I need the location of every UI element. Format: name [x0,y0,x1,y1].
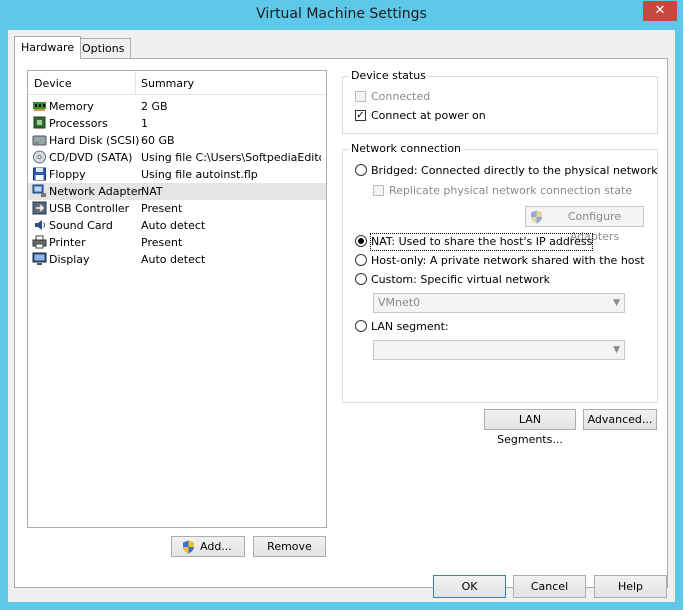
lan-segments-button[interactable]: LAN Segments... [484,409,576,446]
dialog-client-area: Hardware Options Device Summary Memory 2… [8,30,675,602]
column-header-summary[interactable]: Summary [141,77,194,90]
device-summary: Auto detect [141,253,206,266]
usb-icon [32,201,47,215]
device-list-header: Device Summary [28,71,326,95]
display-icon [32,252,47,265]
nat-radio[interactable]: NAT: Used to share the host's IP address [355,233,645,251]
device-name: Printer [49,236,86,249]
tab-hardware[interactable]: Hardware [14,36,82,59]
device-summary: 1 [141,117,148,130]
device-summary: 60 GB [141,134,175,147]
ok-button[interactable]: OK [433,575,506,598]
window: Virtual Machine Settings ✕ Hardware Opti… [0,0,683,610]
host-only-label: Host-only: A private network shared with… [371,254,645,267]
connected-label: Connected [371,90,431,103]
custom-radio[interactable]: Custom: Specific virtual network [355,272,645,288]
add-button[interactable]: Add... [171,536,245,557]
device-name: Network Adapter [49,185,143,198]
device-row-processors[interactable]: Processors 1 [28,115,326,132]
bridged-radio[interactable]: Bridged: Connected directly to the physi… [355,163,658,179]
device-summary: 2 GB [141,100,168,113]
advanced-button[interactable]: Advanced... [583,409,657,430]
bridged-radio-button [355,164,367,176]
device-row-cd-dvd[interactable]: CD/DVD (SATA) Using file C:\Users\Softpe… [28,149,326,166]
device-name: Memory [49,100,94,113]
tab-options[interactable]: Options [75,38,132,59]
device-status-group: Device status Connected ✓ Connect at pow… [342,69,658,134]
connected-checkbox-box [355,91,366,102]
floppy-icon [33,167,46,181]
custom-network-value: VMnet0 [378,296,421,309]
configure-adapters-button[interactable]: Configure Adapters [525,206,644,243]
replicate-state-checkbox[interactable]: Replicate physical network connection st… [373,183,643,199]
lan-segment-radio-button [355,320,367,332]
help-button[interactable]: Help [594,575,667,598]
host-only-radio[interactable]: Host-only: A private network shared with… [355,253,645,269]
memory-icon [33,102,46,111]
cd-dvd-icon [33,150,46,164]
connect-at-power-on-label: Connect at power on [371,109,486,122]
device-row-network-adapter[interactable]: Network Adapter NAT [28,183,326,200]
nat-label: NAT: Used to share the host's IP address [369,233,594,251]
custom-network-select[interactable]: VMnet0 ▼ [373,293,625,313]
custom-radio-button [355,273,367,285]
checkmark-icon: ✓ [355,110,366,121]
add-button-label: Add... [200,540,232,553]
printer-icon [32,235,47,249]
close-button[interactable]: ✕ [643,1,677,21]
device-summary: Present [141,202,183,215]
processor-icon [33,116,46,129]
uac-shield-icon [183,540,194,554]
cancel-button[interactable]: Cancel [513,575,586,598]
remove-button[interactable]: Remove [253,536,326,557]
uac-shield-icon [531,210,542,224]
host-only-radio-button [355,254,367,266]
device-name: CD/DVD (SATA) [49,151,133,164]
device-name: Display [49,253,90,266]
device-row-printer[interactable]: Printer Present [28,234,326,251]
lan-segment-label: LAN segment: [371,320,449,333]
window-title: Virtual Machine Settings [256,6,427,22]
device-summary: NAT [141,185,163,198]
lan-segment-select[interactable]: ▼ [373,340,625,360]
network-connection-group: Network connection Bridged: Connected di… [342,142,658,403]
connected-checkbox[interactable]: Connected [355,89,555,105]
device-name: Hard Disk (SCSI) [49,134,140,147]
device-list[interactable]: Device Summary Memory 2 GB Processors 1 [27,70,327,528]
column-separator[interactable] [135,71,136,94]
chevron-down-icon: ▼ [613,345,620,355]
title-bar[interactable]: Virtual Machine Settings ✕ [0,0,683,30]
chevron-down-icon: ▼ [613,298,620,308]
connect-at-power-on-checkbox[interactable]: ✓ Connect at power on [355,108,555,124]
bridged-label: Bridged: Connected directly to the physi… [371,164,658,177]
network-adapter-icon [32,184,46,197]
device-row-display[interactable]: Display Auto detect [28,251,326,268]
device-name: Sound Card [49,219,113,232]
device-summary: Using file autoinst.flp [141,168,258,181]
device-name: USB Controller [49,202,130,215]
custom-label: Custom: Specific virtual network [371,273,550,286]
device-name: Floppy [49,168,86,181]
replicate-state-label: Replicate physical network connection st… [389,184,633,197]
device-summary: Auto detect [141,219,206,232]
lan-segment-radio[interactable]: LAN segment: [355,319,645,335]
device-row-memory[interactable]: Memory 2 GB [28,98,326,115]
device-row-hard-disk[interactable]: Hard Disk (SCSI) 60 GB [28,132,326,149]
device-status-title: Device status [349,69,428,82]
hardware-tab-panel: Device Summary Memory 2 GB Processors 1 [14,58,668,588]
hard-disk-icon [32,135,47,146]
nat-radio-button [355,235,367,247]
replicate-state-checkbox-box [373,185,384,196]
device-summary: Present [141,236,183,249]
device-row-sound-card[interactable]: Sound Card Auto detect [28,217,326,234]
network-connection-title: Network connection [349,142,464,155]
device-row-floppy[interactable]: Floppy Using file autoinst.flp [28,166,326,183]
column-header-device[interactable]: Device [34,77,72,90]
sound-card-icon [35,220,45,230]
device-name: Processors [49,117,108,130]
device-summary: Using file C:\Users\SoftpediaEdito... [141,151,321,164]
device-row-usb-controller[interactable]: USB Controller Present [28,200,326,217]
